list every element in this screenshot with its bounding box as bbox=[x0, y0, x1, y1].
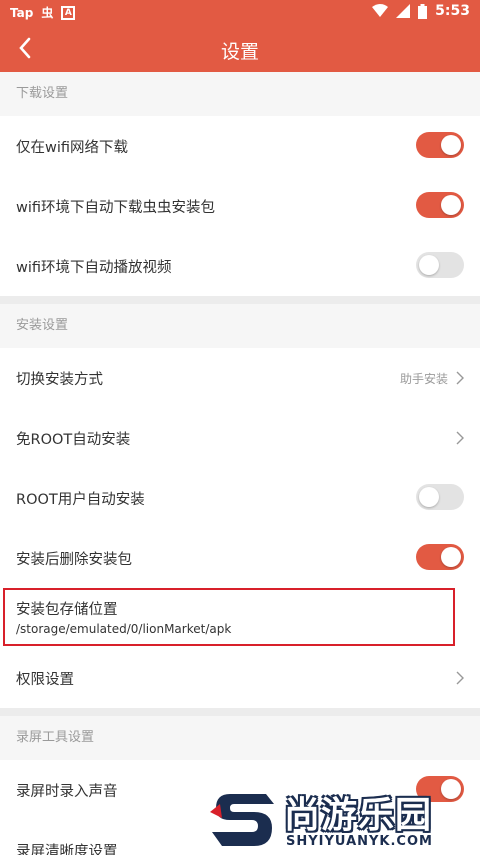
setting-auto-download-package[interactable]: wifi环境下自动下载虫虫安装包 bbox=[0, 176, 480, 236]
toggle-knob bbox=[441, 547, 461, 567]
section-divider bbox=[0, 296, 480, 304]
toggle-knob bbox=[419, 255, 439, 275]
auto-play-toggle[interactable] bbox=[416, 252, 464, 278]
delete-after-install-toggle[interactable] bbox=[416, 544, 464, 570]
app-bar: 设置 bbox=[0, 26, 480, 72]
setting-label: 仅在wifi网络下载 bbox=[16, 140, 129, 156]
battery-icon bbox=[418, 3, 428, 19]
setting-label: 安装包存储位置 bbox=[16, 602, 118, 618]
settings-list: 下载设置 仅在wifi网络下载 wifi环境下自动下载虫虫安装包 wifi环境下… bbox=[0, 72, 480, 855]
auto-download-toggle[interactable] bbox=[416, 192, 464, 218]
setting-label: 安装后删除安装包 bbox=[16, 552, 132, 568]
chevron-right-icon bbox=[456, 371, 464, 385]
setting-label: ROOT用户自动安装 bbox=[16, 492, 145, 508]
setting-permissions[interactable]: 权限设置 bbox=[0, 648, 480, 708]
setting-storage-location[interactable]: 安装包存储位置 /storage/emulated/0/lionMarket/a… bbox=[0, 588, 480, 648]
chevron-right-icon bbox=[456, 431, 464, 445]
status-bar: Tap 虫 A 5:53 bbox=[0, 0, 480, 26]
setting-switch-install-method[interactable]: 切换安装方式 助手安装 bbox=[0, 348, 480, 408]
setting-label: 录屏时录入声音 bbox=[16, 784, 118, 800]
setting-label: 录屏清晰度设置 bbox=[16, 844, 118, 855]
section-header-download: 下载设置 bbox=[0, 72, 480, 116]
setting-label: 权限设置 bbox=[16, 672, 74, 688]
s-logo-icon bbox=[210, 794, 274, 846]
section-header-recording: 录屏工具设置 bbox=[0, 716, 480, 760]
chevron-right-icon bbox=[456, 671, 464, 685]
setting-label: 切换安装方式 bbox=[16, 372, 103, 388]
toggle-knob bbox=[441, 135, 461, 155]
setting-label: wifi环境下自动播放视频 bbox=[16, 260, 172, 276]
signal-icon bbox=[396, 4, 411, 18]
toggle-knob bbox=[419, 487, 439, 507]
a-notification-icon: A bbox=[61, 5, 76, 20]
section-header-install: 安装设置 bbox=[0, 304, 480, 348]
watermark-url: SHYIYUANYK.COM bbox=[286, 834, 433, 849]
install-method-value: 助手安装 bbox=[399, 372, 448, 386]
setting-label: wifi环境下自动下载虫虫安装包 bbox=[16, 200, 216, 216]
setting-no-root-install[interactable]: 免ROOT自动安装 bbox=[0, 408, 480, 468]
tap-app-icon: Tap bbox=[10, 5, 34, 20]
wifi-icon bbox=[372, 4, 389, 17]
toggle-knob bbox=[441, 195, 461, 215]
storage-path-value: /storage/emulated/0/lionMarket/apk bbox=[16, 622, 232, 636]
site-watermark: 尚游乐园 SHYIYUANYK.COM bbox=[200, 780, 480, 855]
clock-time: 5:53 bbox=[435, 3, 470, 19]
page-title: 设置 bbox=[220, 41, 259, 63]
root-auto-install-toggle[interactable] bbox=[416, 484, 464, 510]
setting-label: 免ROOT自动安装 bbox=[16, 432, 131, 448]
section-divider bbox=[0, 708, 480, 716]
setting-auto-play-video[interactable]: wifi环境下自动播放视频 bbox=[0, 236, 480, 296]
chongchong-app-icon: 虫 bbox=[41, 6, 54, 20]
setting-root-auto-install[interactable]: ROOT用户自动安装 bbox=[0, 468, 480, 528]
setting-wifi-only-download[interactable]: 仅在wifi网络下载 bbox=[0, 116, 480, 176]
watermark-title: 尚游乐园 bbox=[284, 795, 433, 836]
setting-delete-after-install[interactable]: 安装后删除安装包 bbox=[0, 528, 480, 588]
wifi-only-toggle[interactable] bbox=[416, 132, 464, 158]
